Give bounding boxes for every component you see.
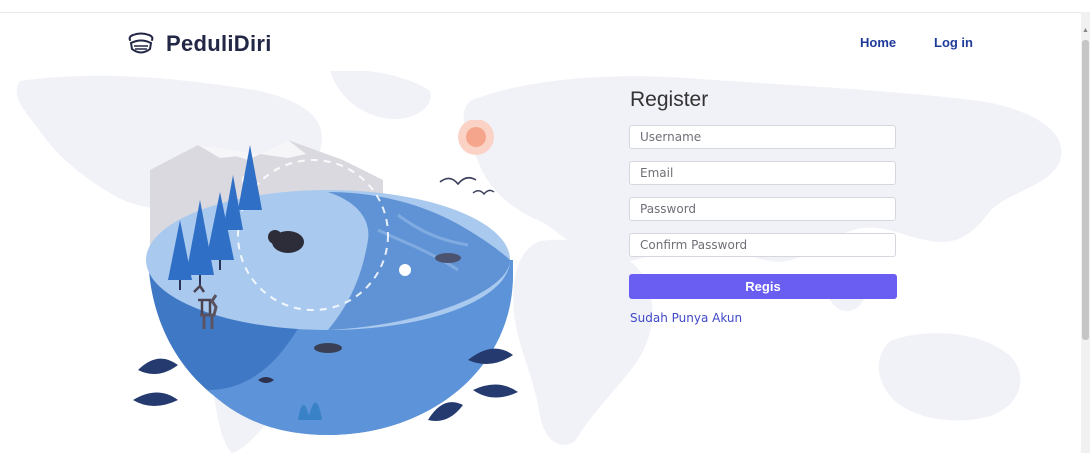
globe-nature-illustration: [133, 120, 518, 435]
navbar: PeduliDiri Home Log in: [0, 13, 1081, 71]
scroll-up-arrow-icon[interactable]: ▲: [1082, 26, 1089, 36]
username-input[interactable]: [629, 125, 896, 149]
confirm-password-input[interactable]: [629, 233, 896, 257]
brand-name: PeduliDiri: [166, 31, 272, 56]
nav-login-link[interactable]: Log in: [934, 35, 973, 50]
mask-face-icon: [128, 32, 154, 54]
password-input[interactable]: [629, 197, 896, 221]
email-input[interactable]: [629, 161, 896, 185]
scrollbar[interactable]: ▲: [1081, 12, 1090, 453]
register-button[interactable]: Regis: [629, 274, 897, 299]
brand[interactable]: PeduliDiri: [128, 31, 272, 57]
browser-top-edge: [0, 0, 1090, 13]
already-have-account-link[interactable]: Sudah Punya Akun: [630, 311, 742, 325]
scroll-thumb[interactable]: [1082, 40, 1089, 340]
register-title: Register: [630, 88, 709, 111]
nav-home-link[interactable]: Home: [860, 35, 896, 50]
